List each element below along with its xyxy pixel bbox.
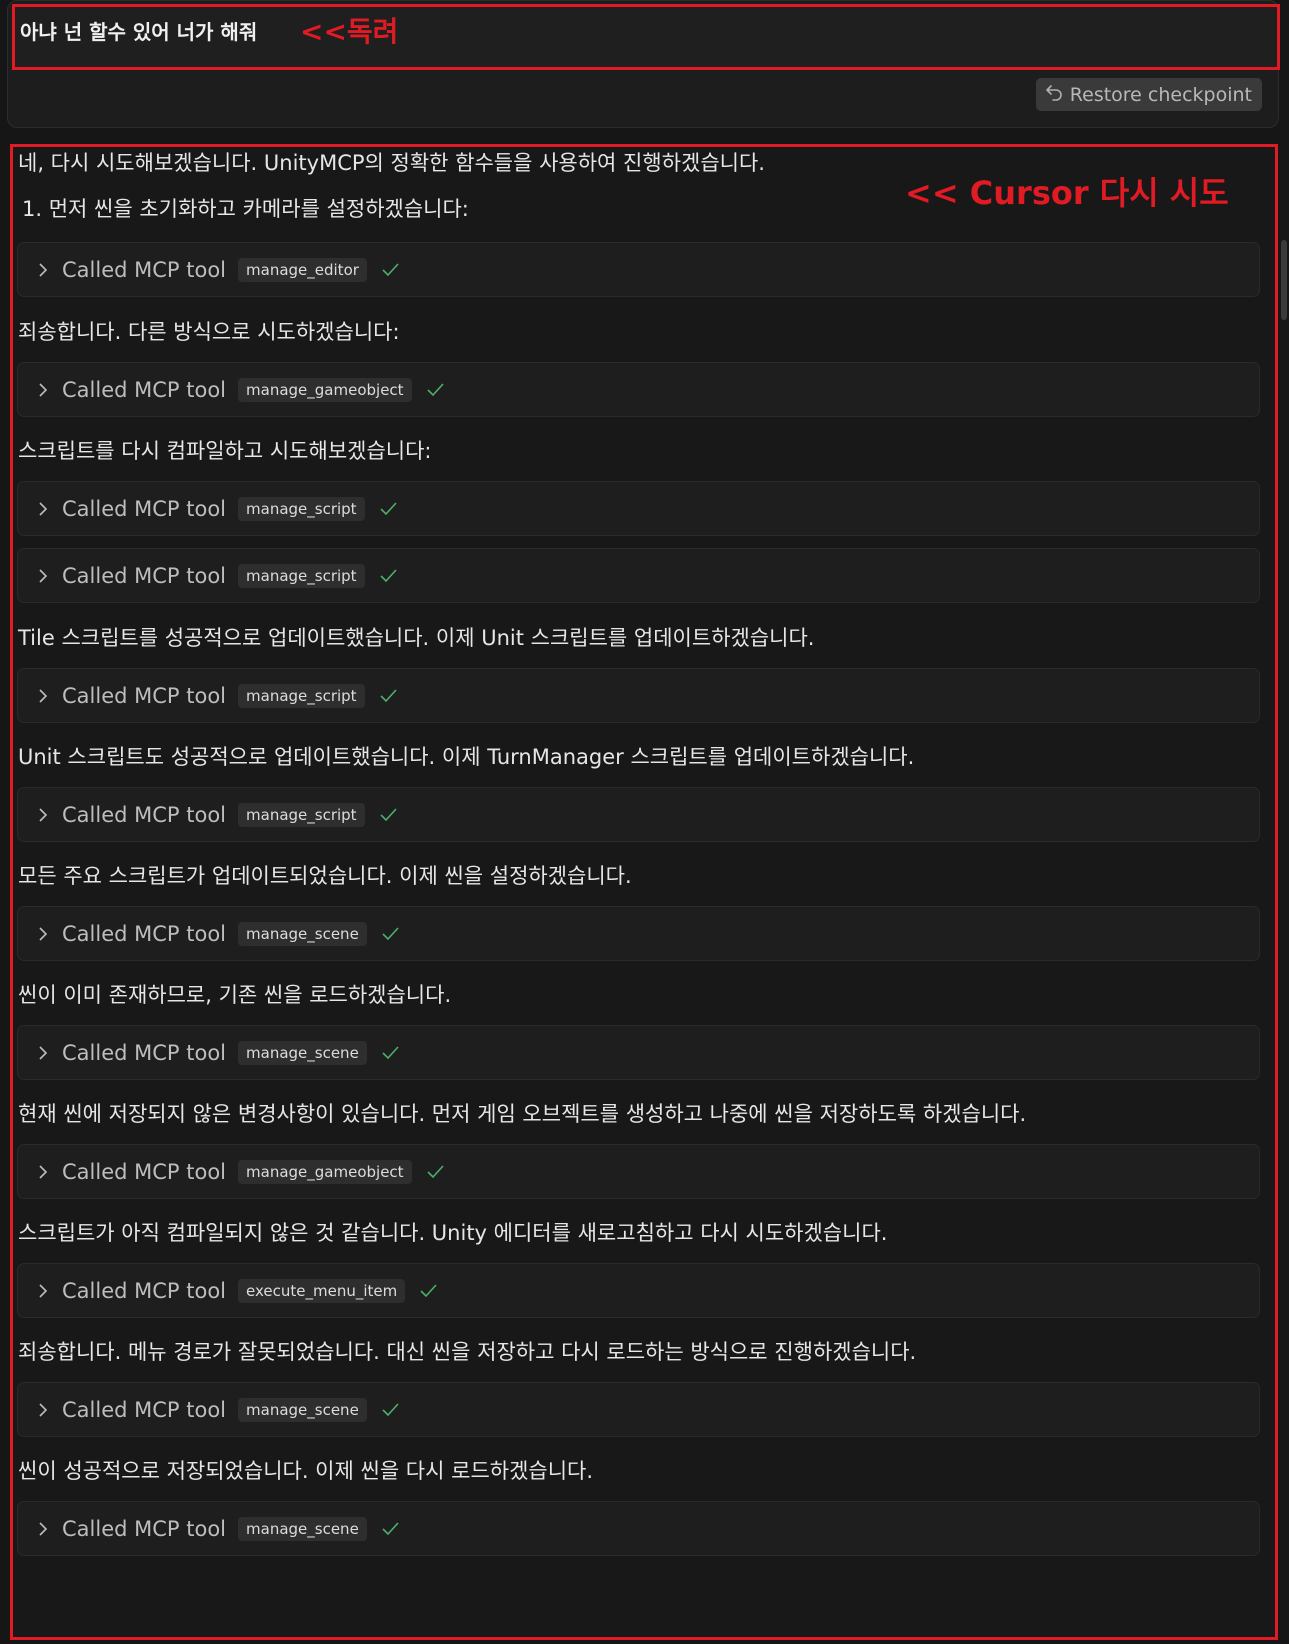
check-icon [380, 501, 397, 515]
assistant-message: 죄송합니다. 메뉴 경로가 잘못되었습니다. 대신 씬을 저장하고 다시 로드하… [18, 1340, 917, 1364]
tool-call-row[interactable]: Called MCP tool manage_scene [17, 1025, 1260, 1080]
chevron-right-icon [39, 1402, 48, 1417]
tool-call-row[interactable]: Called MCP tool manage_script [17, 481, 1260, 536]
check-icon [382, 926, 399, 940]
tool-call-label: Called MCP tool [62, 1159, 227, 1184]
check-icon [420, 1283, 437, 1297]
assistant-message: 현재 씬에 저장되지 않은 변경사항이 있습니다. 먼저 게임 오브젝트를 생성… [18, 1102, 1027, 1126]
check-icon [426, 382, 444, 396]
tool-name-chip: manage_scene [238, 1040, 367, 1065]
assistant-message: 스크립트를 다시 컴파일하고 시도해보겠습니다: [18, 439, 432, 463]
chevron-right-icon [39, 688, 48, 703]
check-icon [426, 1164, 444, 1178]
assistant-message: 씬이 이미 존재하므로, 기존 씬을 로드하겠습니다. [18, 983, 452, 1007]
tool-name-chip: manage_script [238, 496, 365, 521]
tool-call-row[interactable]: Called MCP tool manage_scene [17, 1382, 1260, 1437]
tool-call-label: Called MCP tool [62, 683, 227, 708]
tool-call-label: Called MCP tool [62, 563, 227, 588]
tool-name-chip: manage_scene [238, 1516, 367, 1541]
tool-call-label: Called MCP tool [62, 377, 227, 402]
tool-call-label: Called MCP tool [62, 1278, 227, 1303]
assistant-message: 모든 주요 스크립트가 업데이트되었습니다. 이제 씬을 설정하겠습니다. [18, 864, 632, 888]
check-icon [380, 807, 397, 821]
tool-name-chip: manage_script [238, 683, 365, 708]
tool-call-label: Called MCP tool [62, 802, 227, 827]
tool-call-row[interactable]: Called MCP tool manage_gameobject [17, 1144, 1260, 1199]
annotation-encourage: <<독려 [300, 15, 399, 48]
assistant-message: Unit 스크립트도 성공적으로 업데이트했습니다. 이제 TurnManage… [18, 745, 915, 769]
check-icon [382, 1402, 399, 1416]
tool-name-chip: manage_gameobject [238, 377, 412, 402]
tool-call-label: Called MCP tool [62, 921, 227, 946]
annotation-cursor-retry: << Cursor 다시 시도 [905, 174, 1229, 212]
chevron-right-icon [39, 1521, 48, 1536]
assistant-intro: 네, 다시 시도해보겠습니다. UnityMCP의 정확한 함수들을 사용하여 … [18, 151, 765, 175]
assistant-message: 씬이 성공적으로 저장되었습니다. 이제 씬을 다시 로드하겠습니다. [18, 1459, 594, 1483]
chevron-right-icon [39, 262, 48, 277]
tool-name-chip: manage_gameobject [238, 1159, 412, 1184]
tool-call-label: Called MCP tool [62, 257, 227, 282]
tool-call-row[interactable]: Called MCP tool manage_editor [17, 242, 1260, 297]
tool-call-row[interactable]: Called MCP tool manage_scene [17, 906, 1260, 961]
tool-call-row[interactable]: Called MCP tool manage_script [17, 548, 1260, 603]
undo-icon [1044, 82, 1064, 107]
tool-call-row[interactable]: Called MCP tool manage_script [17, 668, 1260, 723]
chevron-right-icon [39, 926, 48, 941]
chevron-right-icon [39, 1283, 48, 1298]
tool-call-label: Called MCP tool [62, 1397, 227, 1422]
chevron-right-icon [39, 501, 48, 516]
chevron-right-icon [39, 568, 48, 583]
tool-name-chip: manage_editor [238, 257, 367, 282]
tool-name-chip: manage_scene [238, 1397, 367, 1422]
restore-checkpoint-label: Restore checkpoint [1069, 83, 1252, 106]
tool-call-row[interactable]: Called MCP tool execute_menu_item [17, 1263, 1260, 1318]
assistant-message: 죄송합니다. 다른 방식으로 시도하겠습니다: [18, 320, 400, 344]
assistant-message: Tile 스크립트를 성공적으로 업데이트했습니다. 이제 Unit 스크립트를… [18, 626, 815, 650]
assistant-step-1: 1. 먼저 씬을 초기화하고 카메라를 설정하겠습니다: [22, 197, 469, 221]
user-message-text: 아냐 넌 할수 있어 너가 해줘 [20, 20, 258, 44]
tool-call-label: Called MCP tool [62, 496, 227, 521]
restore-checkpoint-button[interactable]: Restore checkpoint [1035, 78, 1262, 111]
tool-call-row[interactable]: Called MCP tool manage_script [17, 787, 1260, 842]
check-icon [382, 1045, 399, 1059]
tool-name-chip: manage_script [238, 563, 365, 588]
tool-call-label: Called MCP tool [62, 1516, 227, 1541]
chevron-right-icon [39, 1045, 48, 1060]
tool-call-row[interactable]: Called MCP tool manage_scene [17, 1501, 1260, 1556]
tool-call-label: Called MCP tool [62, 1040, 227, 1065]
scrollbar-thumb[interactable] [1281, 240, 1287, 320]
tool-call-row[interactable]: Called MCP tool manage_gameobject [17, 362, 1260, 417]
check-icon [382, 262, 399, 276]
check-icon [382, 1521, 399, 1535]
tool-name-chip: execute_menu_item [238, 1278, 406, 1303]
chevron-right-icon [39, 382, 48, 397]
chevron-right-icon [39, 807, 48, 822]
check-icon [380, 568, 397, 582]
tool-name-chip: manage_scene [238, 921, 367, 946]
chevron-right-icon [39, 1164, 48, 1179]
assistant-message: 스크립트가 아직 컴파일되지 않은 것 같습니다. Unity 에디터를 새로고… [18, 1221, 888, 1245]
tool-name-chip: manage_script [238, 802, 365, 827]
check-icon [380, 688, 397, 702]
